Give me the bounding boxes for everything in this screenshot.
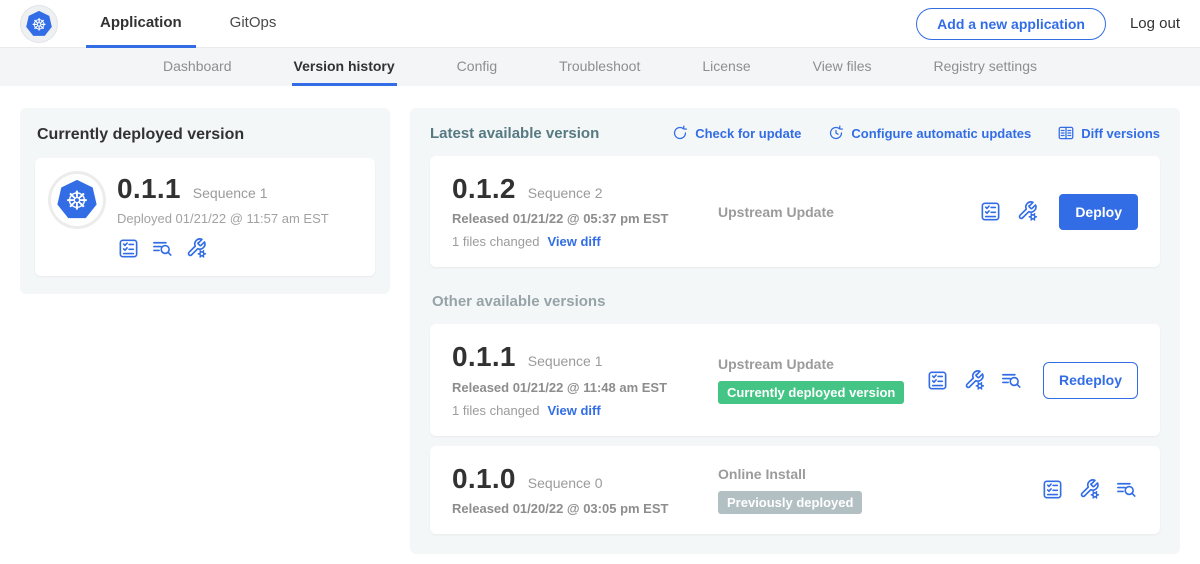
version-number: 0.1.1 [452, 342, 516, 371]
diff-versions-label: Diff versions [1081, 126, 1160, 141]
edit-config-icon[interactable] [1078, 478, 1101, 501]
subnav-config[interactable]: Config [455, 48, 499, 86]
kubernetes-app-icon [51, 174, 103, 226]
deploy-logs-icon[interactable] [1115, 478, 1138, 501]
subnav-registry-settings-label: Registry settings [934, 58, 1037, 74]
deployed-version-number: 0.1.1 [117, 174, 181, 203]
diff-versions-link[interactable]: Diff versions [1057, 124, 1160, 142]
version-source-label: Online Install [718, 466, 1041, 482]
deployed-version-card: 0.1.1 Sequence 1 Deployed 01/21/22 @ 11:… [35, 158, 375, 276]
main-content: Currently deployed version 0.1.1 Sequenc… [0, 86, 1200, 564]
subnav-dashboard[interactable]: Dashboard [161, 48, 234, 86]
check-for-update-label: Check for update [695, 126, 801, 141]
tab-application-label: Application [100, 14, 182, 31]
files-changed-label: 1 files changed [452, 403, 539, 418]
subnav-config-label: Config [457, 58, 497, 74]
latest-version-header: Latest available version Check for updat… [430, 124, 1160, 142]
previously-deployed-badge: Previously deployed [718, 491, 862, 514]
app-subnav: Dashboard Version history Config Trouble… [0, 48, 1200, 86]
deploy-logs-icon[interactable] [151, 237, 174, 260]
preflight-checks-icon[interactable] [117, 237, 140, 260]
currently-deployed-badge: Currently deployed version [718, 381, 904, 404]
view-diff-link[interactable]: View diff [547, 403, 600, 418]
deploy-logs-icon[interactable] [1000, 369, 1023, 392]
diff-columns-icon [1057, 124, 1075, 142]
top-right-actions: Add a new application Log out [916, 8, 1180, 40]
configure-automatic-updates-link[interactable]: Configure automatic updates [827, 124, 1031, 142]
version-number: 0.1.2 [452, 174, 516, 203]
sequence-label: Sequence 0 [528, 475, 603, 491]
preflight-checks-icon[interactable] [979, 200, 1002, 223]
subnav-license[interactable]: License [700, 48, 752, 86]
version-row-0-1-0: 0.1.0 Sequence 0 Released 01/20/22 @ 03:… [430, 446, 1160, 534]
version-source-label: Upstream Update [718, 204, 979, 220]
sequence-label: Sequence 2 [528, 185, 603, 201]
sequence-label: Sequence 1 [528, 353, 603, 369]
add-application-button[interactable]: Add a new application [916, 8, 1106, 40]
other-versions-title: Other available versions [432, 293, 1160, 310]
released-timestamp: Released 01/21/22 @ 05:37 pm EST [452, 211, 700, 226]
edit-config-icon[interactable] [1016, 200, 1039, 223]
subnav-view-files[interactable]: View files [811, 48, 874, 86]
clock-refresh-icon [827, 124, 845, 142]
subnav-license-label: License [702, 58, 750, 74]
subnav-troubleshoot-label: Troubleshoot [559, 58, 640, 74]
version-history-panel: Latest available version Check for updat… [410, 108, 1180, 554]
edit-config-icon[interactable] [963, 369, 986, 392]
configure-automatic-updates-label: Configure automatic updates [851, 126, 1031, 141]
kubernetes-logo-icon [20, 5, 58, 43]
version-number: 0.1.0 [452, 464, 516, 493]
subnav-view-files-label: View files [813, 58, 872, 74]
deployed-timestamp: Deployed 01/21/22 @ 11:57 am EST [117, 211, 329, 226]
tab-application[interactable]: Application [86, 0, 196, 48]
deploy-button[interactable]: Deploy [1059, 194, 1138, 230]
edit-config-icon[interactable] [185, 237, 208, 260]
subnav-version-history-label: Version history [294, 58, 395, 74]
view-diff-link[interactable]: View diff [547, 234, 600, 249]
redeploy-button[interactable]: Redeploy [1043, 362, 1138, 399]
subnav-dashboard-label: Dashboard [163, 58, 232, 74]
top-tabs: Application GitOps [86, 0, 310, 48]
subnav-version-history[interactable]: Version history [292, 48, 397, 86]
tab-gitops[interactable]: GitOps [216, 0, 291, 48]
top-navbar: Application GitOps Add a new application… [0, 0, 1200, 48]
tab-gitops-label: GitOps [230, 14, 277, 31]
latest-version-title: Latest available version [430, 125, 599, 142]
files-changed-label: 1 files changed [452, 234, 539, 249]
preflight-checks-icon[interactable] [1041, 478, 1064, 501]
refresh-icon [671, 124, 689, 142]
currently-deployed-title: Currently deployed version [35, 122, 375, 158]
version-source-label: Upstream Update [718, 356, 926, 372]
currently-deployed-panel: Currently deployed version 0.1.1 Sequenc… [20, 108, 390, 294]
released-timestamp: Released 01/20/22 @ 03:05 pm EST [452, 501, 700, 516]
version-row-latest: 0.1.2 Sequence 2 Released 01/21/22 @ 05:… [430, 156, 1160, 267]
subnav-registry-settings[interactable]: Registry settings [932, 48, 1039, 86]
subnav-troubleshoot[interactable]: Troubleshoot [557, 48, 642, 86]
version-row-0-1-1: 0.1.1 Sequence 1 Released 01/21/22 @ 11:… [430, 324, 1160, 435]
check-for-update-link[interactable]: Check for update [671, 124, 801, 142]
deployed-sequence-label: Sequence 1 [193, 185, 268, 201]
released-timestamp: Released 01/21/22 @ 11:48 am EST [452, 380, 700, 395]
logout-link[interactable]: Log out [1130, 15, 1180, 32]
preflight-checks-icon[interactable] [926, 369, 949, 392]
